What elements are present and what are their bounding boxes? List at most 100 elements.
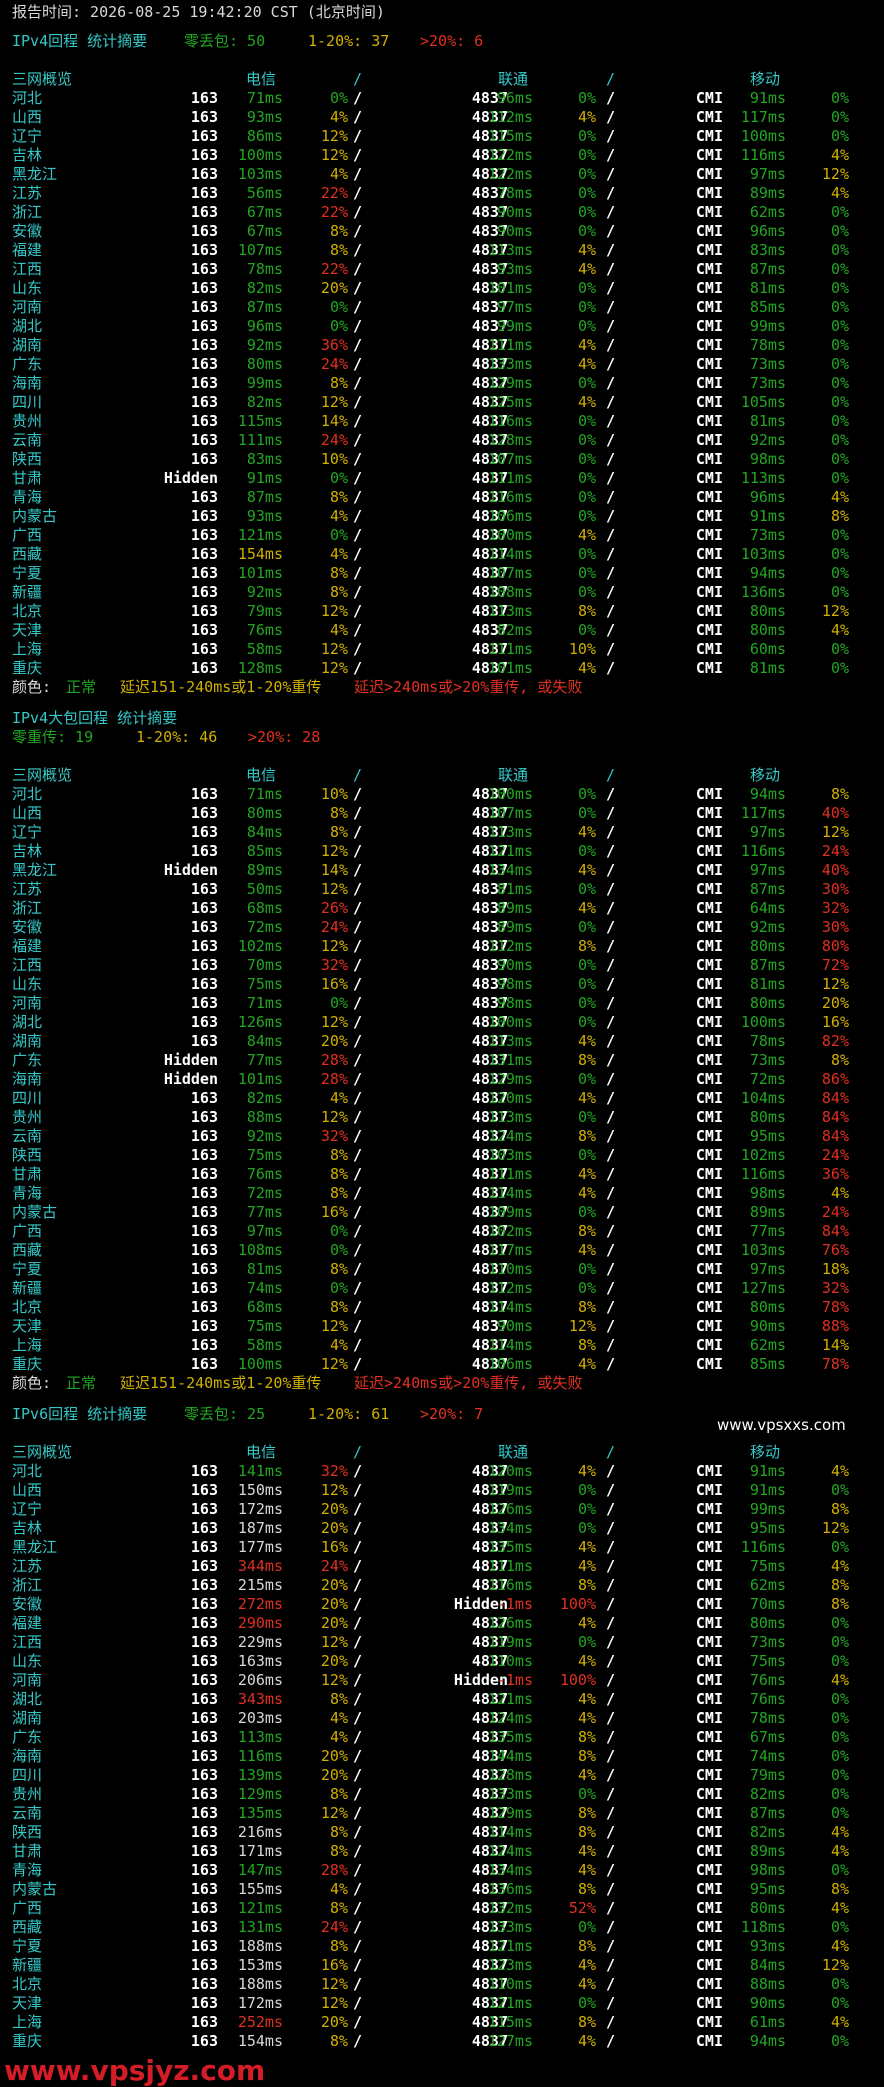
mobile-loss: 78%: [821, 1298, 849, 1316]
row-slash: /: [353, 861, 363, 879]
mobile-latency: 80ms: [749, 621, 786, 639]
mobile-asn: CMI: [695, 336, 723, 354]
telecom-loss: 20%: [320, 1519, 348, 1537]
mobile-latency: 80ms: [749, 602, 786, 620]
telecom-asn: 163: [190, 1576, 218, 1594]
telecom-asn: 163: [190, 89, 218, 107]
table-row: 广东 Hidden 77ms 28%/4837 131ms 8% / CMI 73ms 8%: [0, 1051, 884, 1070]
region-name: 新疆: [12, 583, 43, 601]
mobile-asn: CMI: [695, 1519, 723, 1537]
telecom-latency: 80ms: [246, 804, 283, 822]
region-name: 内蒙古: [12, 507, 58, 525]
unicom-latency: 133ms: [487, 1785, 533, 1803]
row-slash: /: [353, 1481, 363, 1499]
telecom-latency: 126ms: [237, 1013, 283, 1031]
row-slash: /: [606, 146, 616, 164]
row-slash: /: [606, 260, 616, 278]
unicom-latency: 133ms: [487, 1918, 533, 1936]
mobile-latency: 73ms: [749, 1051, 786, 1069]
header-region: 三网概览: [12, 1443, 73, 1461]
region-name: 福建: [12, 241, 43, 259]
unicom-loss: 8%: [577, 1823, 596, 1841]
mobile-loss: 4%: [830, 1184, 849, 1202]
row-slash: /: [606, 1747, 616, 1765]
telecom-asn: 163: [190, 412, 218, 430]
mobile-loss: 0%: [830, 1728, 849, 1746]
region-name: 辽宁: [12, 1500, 43, 1518]
region-name: 河北: [12, 785, 43, 803]
mobile-asn: CMI: [695, 842, 723, 860]
telecom-loss: 8%: [329, 1937, 348, 1955]
row-slash: /: [353, 2013, 363, 2031]
unicom-loss: 100%: [559, 1671, 596, 1689]
table-row: 宁夏 163 101ms 8%/4837 107ms 0% / CMI 94ms 0%: [0, 564, 884, 583]
unicom-loss: 4%: [577, 1956, 596, 1974]
mobile-latency: 116ms: [740, 1165, 786, 1183]
row-slash: /: [353, 804, 363, 822]
row-slash: /: [606, 1279, 616, 1297]
unicom-loss: 0%: [577, 1918, 596, 1936]
mobile-asn: CMI: [695, 260, 723, 278]
row-slash: /: [353, 355, 363, 373]
row-slash: /: [353, 1146, 363, 1164]
region-name: 青海: [12, 1861, 43, 1879]
table-row: 天津 163 75ms 12%/4837 90ms 12% / CMI 90ms 88%: [0, 1317, 884, 1336]
row-slash: /: [606, 2032, 616, 2050]
table-row: 广西 163 121ms 0%/4837 100ms 4% / CMI 73ms 0%: [0, 526, 884, 545]
mobile-latency: 79ms: [749, 1766, 786, 1784]
table-row: 陕西 163 83ms 10%/4837 107ms 0% / CMI 98ms 0%: [0, 450, 884, 469]
unicom-loss: 4%: [577, 861, 596, 879]
mobile-loss: 72%: [821, 956, 849, 974]
mobile-loss: 16%: [821, 1013, 849, 1031]
telecom-loss: 16%: [320, 1203, 348, 1221]
unicom-latency: 98ms: [496, 994, 533, 1012]
mobile-asn: CMI: [695, 184, 723, 202]
row-slash: /: [606, 127, 616, 145]
mobile-latency: 116ms: [740, 1538, 786, 1556]
header-slash: /: [606, 1443, 616, 1461]
telecom-loss: 20%: [320, 2013, 348, 2031]
region-name: 福建: [12, 1614, 43, 1632]
mobile-loss: 0%: [830, 1804, 849, 1822]
mobile-latency: 92ms: [749, 431, 786, 449]
row-slash: /: [606, 1861, 616, 1879]
mobile-latency: 117ms: [740, 804, 786, 822]
region-name: 宁夏: [12, 1260, 43, 1278]
row-slash: /: [606, 412, 616, 430]
mobile-asn: CMI: [695, 89, 723, 107]
telecom-asn: 163: [190, 526, 218, 544]
unicom-loss: 8%: [577, 1127, 596, 1145]
unicom-loss: 0%: [577, 1994, 596, 2012]
telecom-loss: 28%: [320, 1051, 348, 1069]
mobile-loss: 12%: [821, 1519, 849, 1537]
row-slash: /: [353, 1576, 363, 1594]
mobile-loss: 0%: [830, 1652, 849, 1670]
row-slash: /: [606, 1880, 616, 1898]
mobile-latency: 75ms: [749, 1652, 786, 1670]
row-slash: /: [606, 1500, 616, 1518]
telecom-asn: 163: [190, 956, 218, 974]
unicom-loss: 8%: [577, 1336, 596, 1354]
row-slash: /: [606, 880, 616, 898]
row-slash: /: [353, 1557, 363, 1575]
header-unicom: 联通: [498, 766, 529, 784]
unicom-loss: 0%: [577, 1203, 596, 1221]
unicom-latency: 132ms: [487, 1899, 533, 1917]
region-name: 江苏: [12, 1557, 43, 1575]
table-row: 浙江 163 68ms 26%/4837 89ms 4% / CMI 64ms 32%: [0, 899, 884, 918]
unicom-latency: 102ms: [487, 1222, 533, 1240]
telecom-asn: 163: [190, 1032, 218, 1050]
unicom-loss: 4%: [577, 260, 596, 278]
telecom-asn: 163: [190, 842, 218, 860]
row-slash: /: [353, 1538, 363, 1556]
table-row: 浙江 163 67ms 22%/4837 90ms 0% / CMI 62ms 0%: [0, 203, 884, 222]
telecom-asn: 163: [190, 260, 218, 278]
telecom-asn: 163: [190, 1804, 218, 1822]
telecom-loss: 4%: [329, 108, 348, 126]
unicom-loss: 4%: [577, 1165, 596, 1183]
mobile-latency: 78ms: [749, 1709, 786, 1727]
telecom-latency: 141ms: [237, 1462, 283, 1480]
telecom-asn: 163: [190, 1709, 218, 1727]
mobile-loss: 0%: [830, 203, 849, 221]
unicom-latency: 121ms: [487, 842, 533, 860]
